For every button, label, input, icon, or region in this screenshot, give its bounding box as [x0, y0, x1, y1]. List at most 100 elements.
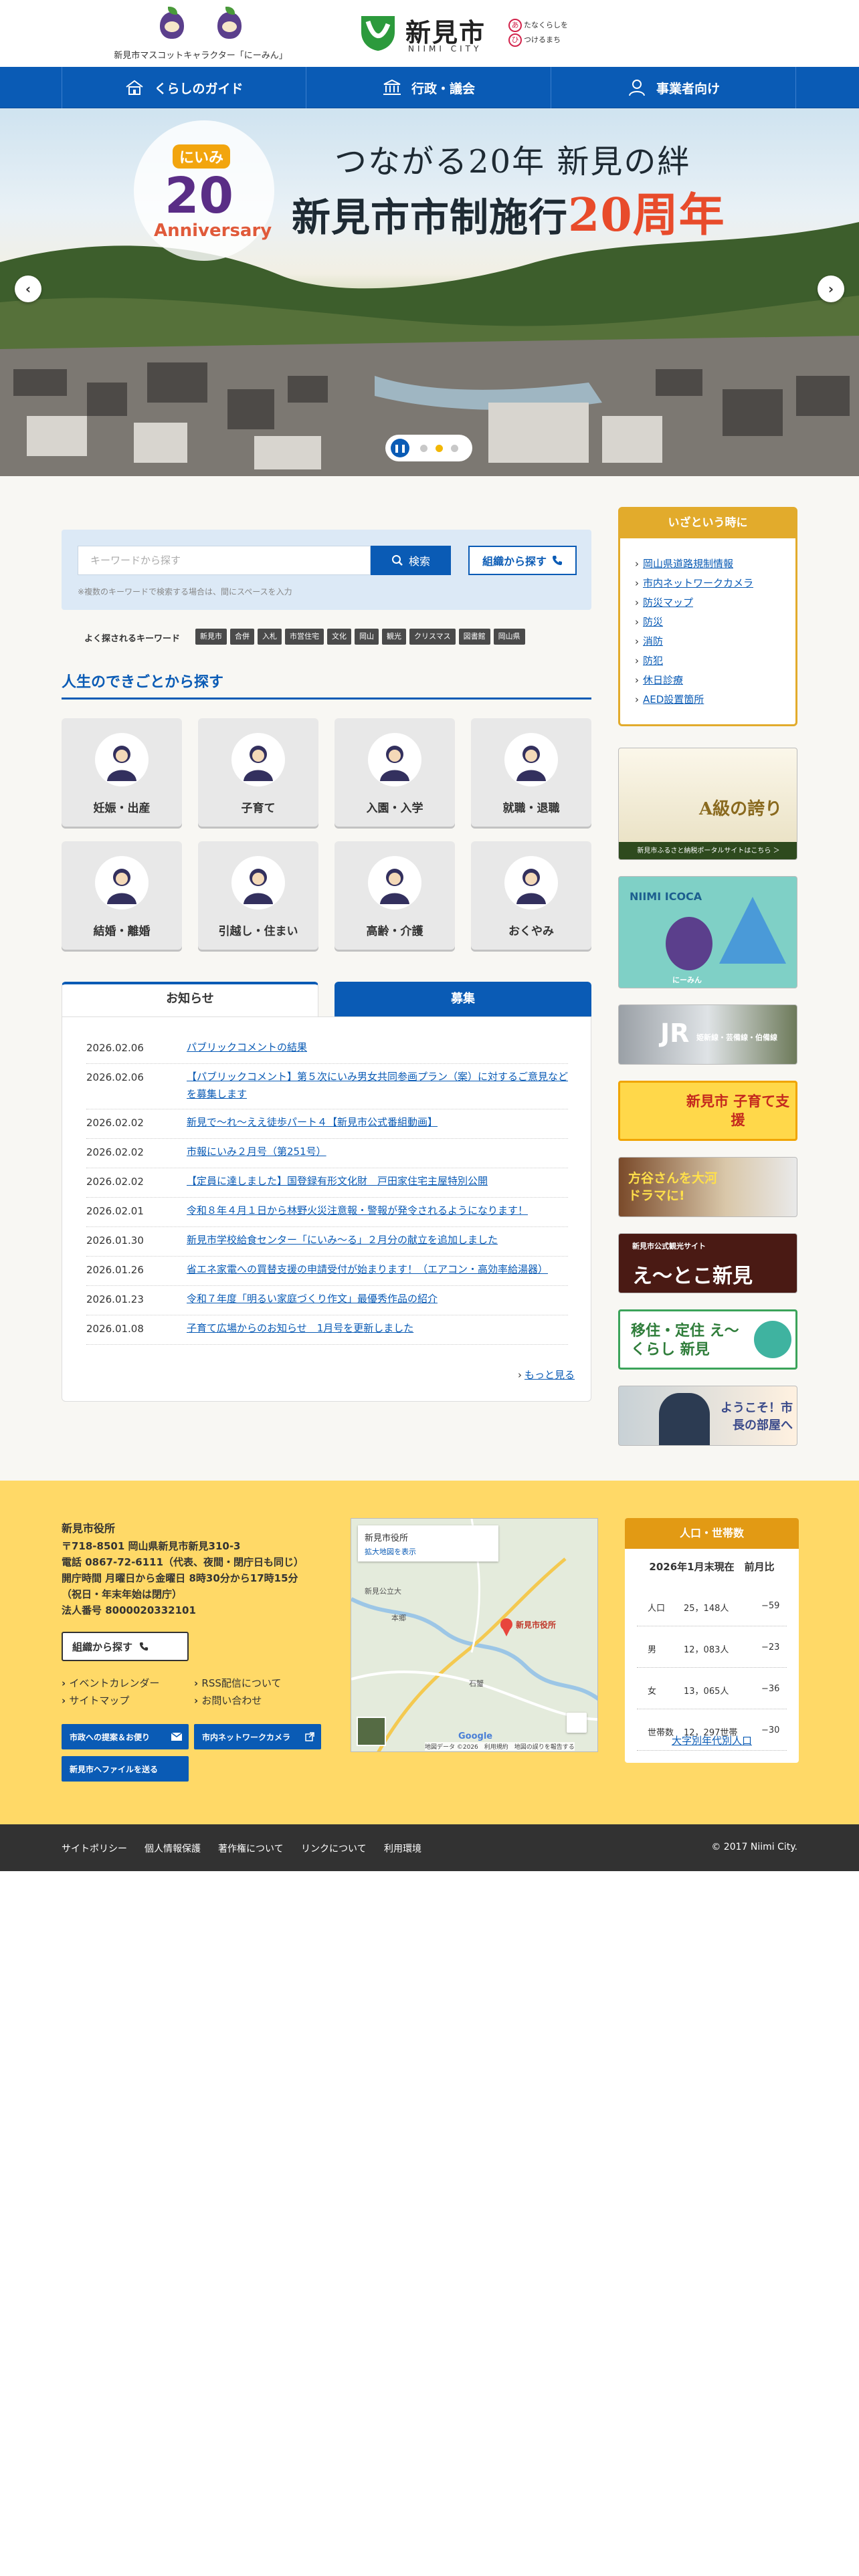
footer-link-linking[interactable]: リンクについて	[301, 1842, 367, 1855]
tab-recruitment[interactable]: 募集	[335, 982, 591, 1016]
news-item: 2026.02.02 【定員に達しました】国登録有形文化財 戸田家住宅主屋特別公開	[86, 1171, 568, 1198]
life-event-card[interactable]: 入園・入学	[335, 718, 455, 827]
keyword-tag[interactable]: 合併	[230, 629, 254, 645]
life-event-label: 結婚・離婚	[93, 925, 151, 938]
news-link[interactable]: 新見で〜れ〜ええ徒歩パート４【新見市公式番組動画】	[187, 1113, 568, 1131]
population-value: 25，148人	[684, 1604, 729, 1614]
news-link[interactable]: 令和８年４月１日から林野火災注意報・警報が発令されるようになります！	[187, 1202, 568, 1219]
life-event-label: おくやみ	[508, 925, 554, 938]
city-name: 新見市	[405, 18, 486, 47]
slider-dots	[416, 444, 462, 452]
emergency-link[interactable]: 市内ネットワークカメラ	[635, 574, 795, 593]
emergency-link[interactable]: AED設置箇所	[635, 690, 795, 710]
site-footer: 新見市役所 〒718-8501 岡山県新見市新見310-3 電話 0867-72-…	[0, 1481, 859, 1824]
life-event-card[interactable]: 引越し・住まい	[198, 841, 318, 950]
nav-item-life-guide[interactable]: くらしのガイド	[62, 67, 306, 108]
footer-link-sitemap[interactable]: サイトマップ	[62, 1693, 129, 1707]
news-date: 2026.01.08	[86, 1323, 144, 1335]
google-logo: Google	[458, 1731, 493, 1741]
map-zoom-control[interactable]	[567, 1713, 587, 1733]
keyword-tag[interactable]: クリスマス	[409, 629, 456, 645]
news-link[interactable]: 子育て広場からのお知らせ 1月号を更新しました	[187, 1319, 568, 1337]
mascot-image	[666, 917, 712, 970]
address-line: 電話 0867-72-6111（代表、夜間・閉庁日も同じ）	[62, 1556, 304, 1568]
population-value: 12，297世帯	[684, 1728, 738, 1738]
news-item: 2026.02.02 市報にいみ２月号（第251号）	[86, 1142, 568, 1168]
slider-next-button[interactable]: ›	[818, 276, 844, 302]
footer-org-search-button[interactable]: 組織から探す	[62, 1632, 189, 1661]
news-link[interactable]: 新見市学校給食センター「にいみ〜る」２月分の献立を追加しました	[187, 1231, 568, 1249]
life-event-card[interactable]: おくやみ	[471, 841, 591, 950]
tab-news[interactable]: お知らせ	[62, 982, 318, 1016]
footer-link-copyright[interactable]: 著作権について	[218, 1842, 284, 1855]
news-more-link[interactable]: › もっと見る	[518, 1368, 575, 1382]
banner-furusato-nozei[interactable]: A級の誇り 新見市ふるさと納税ポータルサイトはこちら ＞	[618, 748, 797, 860]
footer-map[interactable]: 新見市役所 拡大地図を表示 新見市役所 新見公立大 石蟹 本郷 Google 地…	[351, 1518, 598, 1752]
news-link[interactable]: 省エネ家電への買替支援の申請受付が始まります！（エアコン・高効率給湯器）	[187, 1261, 568, 1278]
map-enlarge-link[interactable]: 拡大地図を表示	[365, 1546, 492, 1557]
map-satellite-toggle[interactable]	[357, 1717, 386, 1746]
address-line: 〒718-8501 岡山県新見市新見310-3	[62, 1540, 241, 1552]
footer-link-contact[interactable]: お問い合わせ	[194, 1693, 262, 1707]
footer-proposal-button[interactable]: 市政への提案＆お便り	[62, 1724, 189, 1749]
footer-link-event-calendar[interactable]: イベントカレンダー	[62, 1676, 159, 1690]
banner-tourism-site[interactable]: 新見市公式観光サイト え〜とこ新見	[618, 1233, 797, 1293]
population-diff: −23	[761, 1642, 780, 1652]
mascot-area[interactable]: 新見市マスコットキャラクター「にーみん」	[107, 7, 294, 64]
keyword-tag[interactable]: 文化	[327, 629, 351, 645]
news-link[interactable]: 【パブリックコメント】第５次にいみ男女共同参画プラン（案）に対するご意見などを募…	[187, 1068, 568, 1103]
emergency-link[interactable]: 消防	[635, 632, 795, 651]
banner-mayor-room[interactable]: ようこそ！市長の部屋へ	[618, 1386, 797, 1446]
slider-dot[interactable]	[420, 444, 427, 452]
keyword-tag[interactable]: 観光	[382, 629, 406, 645]
news-date: 2026.02.02	[86, 1117, 144, 1129]
life-event-card[interactable]: 結婚・離婚	[62, 841, 182, 950]
nav-item-business[interactable]: 事業者向け	[551, 67, 796, 108]
news-link[interactable]: 【定員に達しました】国登録有形文化財 戸田家住宅主屋特別公開	[187, 1172, 568, 1190]
life-event-card[interactable]: 妊娠・出産	[62, 718, 182, 827]
emergency-link[interactable]: 防犯	[635, 651, 795, 671]
banner-jr-lines[interactable]: JR 姫新線・芸備線・伯備線	[618, 1004, 797, 1065]
keyword-tag[interactable]: 入札	[258, 629, 282, 645]
news-link[interactable]: パブリックコメントの結果	[187, 1039, 568, 1056]
footer-file-send-button[interactable]: 新見市ヘファイルを送る	[62, 1756, 189, 1782]
footer-link-site-policy[interactable]: サイトポリシー	[62, 1842, 127, 1855]
footer-link-rss[interactable]: RSS配信について	[194, 1676, 281, 1690]
slider-dot[interactable]	[436, 444, 443, 452]
slider-dot[interactable]	[451, 444, 458, 452]
news-link[interactable]: 市報にいみ２月号（第251号）	[187, 1143, 568, 1160]
banner-niimi-icoca[interactable]: NIIMI ICOCA にーみん	[618, 876, 797, 988]
search-button[interactable]: 検索	[371, 546, 451, 575]
search-input[interactable]: キーワードから探す	[78, 546, 371, 575]
life-event-label: 就職・退職	[502, 802, 560, 815]
footer-link-environment[interactable]: 利用環境	[384, 1842, 421, 1855]
footer-link-privacy[interactable]: 個人情報保護	[145, 1842, 201, 1855]
keyword-tag[interactable]: 図書館	[458, 629, 490, 645]
emergency-link[interactable]: 防災	[635, 613, 795, 632]
site-logo[interactable]: 新見市 NIIMI CITY あたなくらしを ひつけるまち	[359, 9, 586, 56]
search-note: ※複数のキーワードで検索する場合は、間にスペースを入力	[78, 587, 292, 597]
emergency-link[interactable]: 防災マップ	[635, 593, 795, 613]
emergency-link[interactable]: 休日診療	[635, 671, 795, 690]
school-icon	[368, 733, 421, 786]
address-line: 開庁時間 月曜日から金曜日 8時30分から17時15分	[62, 1572, 298, 1584]
life-event-card[interactable]: 高齢・介護	[335, 841, 455, 950]
news-link[interactable]: 令和７年度「明るい家庭づくり作文」最優秀作品の紹介	[187, 1290, 568, 1307]
emergency-link[interactable]: 岡山県道路規制情報	[635, 554, 795, 574]
keyword-tag[interactable]: 岡山	[355, 629, 379, 645]
nav-item-administration[interactable]: 行政・議会	[306, 67, 551, 108]
slider-prev-button[interactable]: ‹	[15, 276, 41, 302]
keyword-tag[interactable]: 市営住宅	[285, 629, 324, 645]
keyword-tag[interactable]: 新見市	[195, 629, 227, 645]
keyword-tag[interactable]: 岡山県	[493, 629, 525, 645]
life-event-card[interactable]: 就職・退職	[471, 718, 591, 827]
life-event-label: 妊娠・出産	[93, 802, 151, 815]
banner-migration[interactable]: 移住・定住 え〜くらし 新見	[618, 1309, 797, 1370]
banner-houkoku-drama[interactable]: 方谷さんを大河ドラマに!	[618, 1157, 797, 1217]
footer-camera-button[interactable]: 市内ネットワークカメラ	[194, 1724, 321, 1749]
slider-pause-button[interactable]: ❚❚	[391, 439, 409, 457]
life-event-card[interactable]: 子育て	[198, 718, 318, 827]
org-search-button[interactable]: 組織から探す	[468, 546, 577, 575]
banner-childcare-support[interactable]: 新見市 子育て支援	[618, 1081, 797, 1141]
slider-controls: ❚❚	[385, 435, 472, 461]
